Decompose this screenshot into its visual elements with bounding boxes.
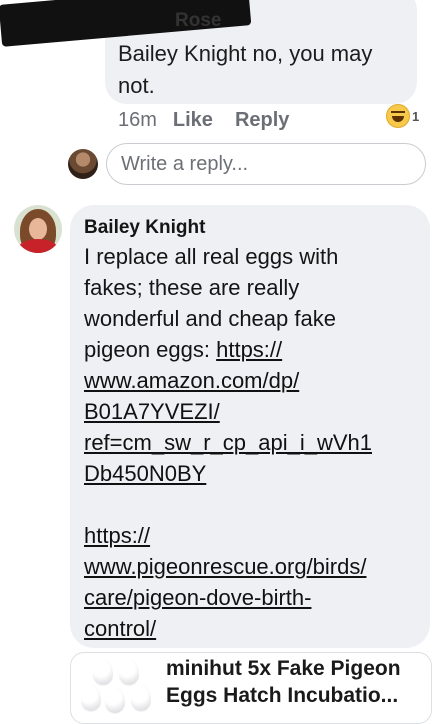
comment-line: fakes; these are really [84, 275, 300, 300]
egg-image [119, 659, 139, 685]
pigeonrescue-link[interactable]: control/ [84, 616, 156, 641]
amazon-link[interactable]: https:// [216, 337, 282, 362]
like-button[interactable]: Like [173, 109, 213, 132]
egg-image [93, 659, 113, 685]
preview-title-line-2: Eggs Hatch Incubatio... [166, 684, 399, 707]
write-reply-input[interactable] [106, 143, 426, 185]
top-comment-actions: 16m Like Reply [118, 109, 289, 132]
comment-timestamp: 16m [118, 109, 157, 131]
reply-button[interactable]: Reply [235, 109, 289, 132]
amazon-link[interactable]: B01A7YVEZI/ [84, 399, 220, 424]
egg-image [81, 685, 101, 711]
pigeonrescue-link[interactable]: https:// [84, 523, 150, 548]
top-comment-author-partial: Rose [175, 10, 222, 31]
top-comment-line-2: not. [118, 73, 155, 98]
reaction-summary[interactable]: 1 [386, 104, 419, 128]
egg-image [131, 685, 151, 711]
avatar-shirt [18, 239, 58, 253]
amazon-link[interactable]: Db450N0BY [84, 461, 206, 486]
comment-line: pigeon eggs: [84, 337, 217, 362]
bailey-avatar[interactable] [14, 205, 62, 253]
preview-title-line-1: minihut 5x Fake Pigeon [166, 657, 401, 680]
pigeonrescue-link[interactable]: www.pigeonrescue.org/birds/ [84, 554, 366, 579]
top-comment-line-1: Bailey Knight no, you may [118, 41, 373, 66]
link-preview-title[interactable]: minihut 5x Fake Pigeon Eggs Hatch Incuba… [166, 655, 426, 709]
avatar-face [29, 218, 47, 240]
laugh-react-icon [386, 104, 410, 128]
top-comment-message: Bailey Knight no, you may not. [118, 38, 408, 102]
amazon-link[interactable]: www.amazon.com/dp/ [84, 368, 299, 393]
bailey-comment-author[interactable]: Bailey Knight [84, 217, 205, 239]
comment-line-with-link: pigeon eggs: https:// [84, 334, 420, 365]
comment-line: I replace all real eggs with [84, 244, 339, 269]
current-user-avatar [68, 149, 98, 179]
bailey-comment-text: I replace all real eggs with fakes; thes… [84, 241, 420, 644]
reaction-count: 1 [412, 108, 420, 124]
egg-image [105, 687, 125, 713]
amazon-link[interactable]: ref=cm_sw_r_cp_api_i_wVh1 [84, 430, 372, 455]
comment-line: wonderful and cheap fake [84, 306, 336, 331]
link-preview-card[interactable]: minihut 5x Fake Pigeon Eggs Hatch Incuba… [70, 652, 432, 724]
pigeonrescue-link[interactable]: care/pigeon-dove-birth- [84, 585, 311, 610]
preview-thumbnail [79, 659, 155, 719]
